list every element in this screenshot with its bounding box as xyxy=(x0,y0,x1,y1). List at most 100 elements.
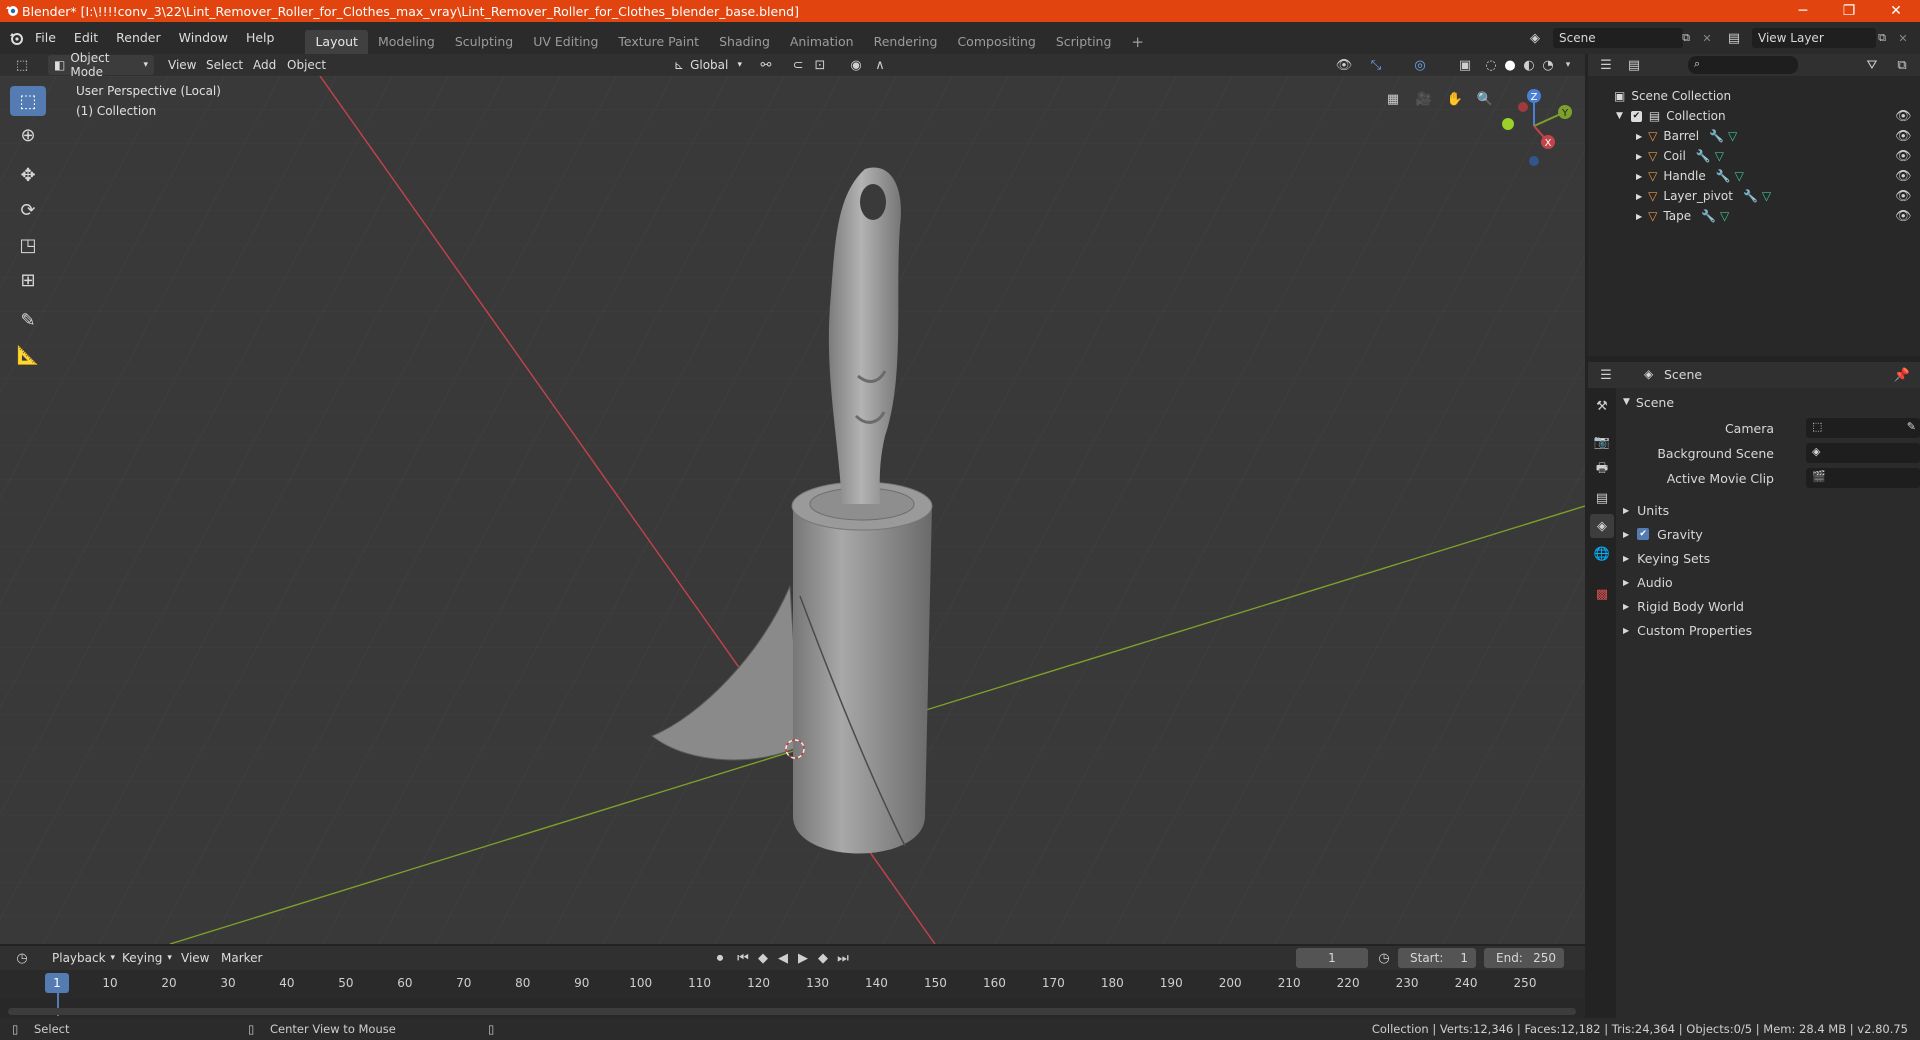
editor-type-icon[interactable]: ⬚ xyxy=(12,55,32,75)
timeline-menu-playback[interactable]: Playback ▾ xyxy=(46,948,121,968)
view-layer-selector[interactable]: View Layer xyxy=(1752,28,1876,48)
outliner-object-barrel[interactable]: ▶ ▽ Barrel 🔧 ▽ 👁 xyxy=(1588,126,1920,146)
outliner-collection[interactable]: ▼ ✔ ▤ Collection 👁 xyxy=(1588,106,1920,126)
clock-icon[interactable]: ◷ xyxy=(1374,948,1394,968)
timeline-ruler[interactable]: 1 10 20 30 40 50 60 70 80 90 100 110 120 130 140 150 160… xyxy=(0,970,1585,1016)
snap-icon[interactable]: ⊂ xyxy=(788,55,808,75)
navigation-gizmo[interactable]: Z Y X xyxy=(1490,82,1578,170)
record-icon[interactable]: ⏺ xyxy=(710,948,730,968)
timeline-menu-view[interactable]: View xyxy=(175,948,215,968)
jump-start-icon[interactable]: ⏮ xyxy=(733,948,753,968)
expand-arrow-icon[interactable]: ▶ xyxy=(1636,172,1642,181)
tool-tab-icon[interactable]: ⚒ xyxy=(1592,396,1612,416)
scene-selector[interactable]: Scene xyxy=(1553,28,1683,48)
cursor-tool[interactable]: ⊕ xyxy=(10,120,46,150)
menu-file[interactable]: File xyxy=(26,27,65,49)
menu-window[interactable]: Window xyxy=(170,27,237,49)
overlays-toggle-icon[interactable]: ◎ xyxy=(1410,55,1430,75)
menu-edit[interactable]: Edit xyxy=(65,27,107,49)
3d-viewport[interactable]: ⬚ ⊕ ✥ ⟳ ◳ ⊞ ✎ 📐 User Perspective (Local)… xyxy=(0,76,1585,944)
blender-menu-icon[interactable] xyxy=(6,28,26,48)
minimize-button[interactable]: ─ xyxy=(1783,0,1823,22)
viewport-menu-select[interactable]: Select xyxy=(200,55,249,75)
checkbox-icon[interactable]: ✔ xyxy=(1630,110,1642,122)
keying-sets-section[interactable]: ▶ Keying Sets xyxy=(1623,546,1920,570)
next-keyframe-icon[interactable]: ◆ xyxy=(813,948,833,968)
play-icon[interactable]: ▶ xyxy=(793,948,813,968)
viewport-menu-object[interactable]: Object xyxy=(281,55,332,75)
current-frame-field[interactable]: 1 xyxy=(1296,948,1368,968)
transform-tool[interactable]: ⊞ xyxy=(10,265,46,295)
display-mode-icon[interactable]: ▤ xyxy=(1624,55,1644,75)
new-collection-icon[interactable]: ⧉ xyxy=(1892,55,1912,75)
outliner-object-handle[interactable]: ▶ ▽ Handle 🔧 ▽ 👁 xyxy=(1588,166,1920,186)
remove-view-layer-icon[interactable]: ✕ xyxy=(1893,28,1913,48)
select-box-tool[interactable]: ⬚ xyxy=(10,86,46,116)
tab-shading[interactable]: Shading xyxy=(709,30,780,54)
eye-icon[interactable]: 👁 xyxy=(1895,129,1912,144)
audio-section[interactable]: ▶ Audio xyxy=(1623,570,1920,594)
tab-texture-paint[interactable]: Texture Paint xyxy=(608,30,709,54)
add-workspace-button[interactable]: + xyxy=(1121,30,1154,54)
shading-solid-icon[interactable]: ● xyxy=(1500,55,1520,75)
background-scene-field[interactable]: ◈ xyxy=(1806,443,1920,463)
new-view-layer-icon[interactable]: ⧉ xyxy=(1872,28,1892,48)
start-frame-field[interactable]: Start: 1 xyxy=(1398,948,1476,968)
expand-arrow-icon[interactable]: ▶ xyxy=(1636,212,1642,221)
custom-properties-section[interactable]: ▶ Custom Properties xyxy=(1623,618,1920,642)
viewport-menu-add[interactable]: Add xyxy=(247,55,282,75)
tab-modeling[interactable]: Modeling xyxy=(368,30,445,54)
remove-scene-icon[interactable]: ✕ xyxy=(1697,28,1717,48)
measure-tool[interactable]: 📐 xyxy=(10,340,46,370)
jump-end-icon[interactable]: ⏭ xyxy=(833,948,853,968)
timeline-scrollbar[interactable] xyxy=(8,1008,1576,1015)
move-tool[interactable]: ✥ xyxy=(10,160,46,190)
tab-layout[interactable]: Layout xyxy=(305,30,368,54)
scene-tab-icon[interactable]: ◈ xyxy=(1590,514,1614,538)
shading-wireframe-icon[interactable]: ◌ xyxy=(1481,55,1501,75)
prev-keyframe-icon[interactable]: ◆ xyxy=(753,948,773,968)
eyedropper-icon[interactable]: ✎ xyxy=(1907,420,1916,433)
tab-sculpting[interactable]: Sculpting xyxy=(445,30,523,54)
camera-field[interactable]: ⬚ ✎ xyxy=(1806,418,1920,438)
xray-toggle-icon[interactable]: ▣ xyxy=(1455,55,1475,75)
menu-render[interactable]: Render xyxy=(107,27,170,49)
eye-icon[interactable]: 👁 xyxy=(1895,209,1912,224)
shading-options-icon[interactable]: ▾ xyxy=(1558,55,1578,75)
timeline-editor-icon[interactable]: ◷ xyxy=(12,948,32,968)
play-reverse-icon[interactable]: ◀ xyxy=(773,948,793,968)
shading-material-icon[interactable]: ◐ xyxy=(1519,55,1539,75)
viewport-menu-view[interactable]: View xyxy=(162,55,202,75)
scene-icon[interactable]: ◈ xyxy=(1525,28,1545,48)
outliner-object-coil[interactable]: ▶ ▽ Coil 🔧 ▽ 👁 xyxy=(1588,146,1920,166)
eye-icon[interactable]: 👁 xyxy=(1895,169,1912,184)
new-scene-icon[interactable]: ⧉ xyxy=(1676,28,1696,48)
visibility-filter-icon[interactable]: 👁 xyxy=(1334,55,1354,75)
object-mode-dropdown[interactable]: ◧ Object Mode ▾ xyxy=(48,51,154,79)
world-tab-icon[interactable]: 🌐 xyxy=(1592,544,1612,564)
tab-compositing[interactable]: Compositing xyxy=(947,30,1045,54)
gizmo-toggle-icon[interactable]: ⤡ xyxy=(1366,55,1386,75)
texture-tab-icon[interactable]: ▩ xyxy=(1592,584,1612,604)
falloff-icon[interactable]: ∧ xyxy=(870,55,890,75)
tab-animation[interactable]: Animation xyxy=(780,30,864,54)
proportional-editing-icon[interactable]: ◉ xyxy=(846,55,866,75)
timeline-menu-marker[interactable]: Marker xyxy=(215,948,268,968)
end-frame-field[interactable]: End: 250 xyxy=(1484,948,1564,968)
eye-icon[interactable]: 👁 xyxy=(1895,189,1912,204)
outliner-editor-icon[interactable]: ☰ xyxy=(1596,55,1616,75)
scene-panel-header[interactable]: ▼ Scene xyxy=(1623,390,1920,414)
properties-editor-icon[interactable]: ☰ xyxy=(1596,365,1616,385)
tab-scripting[interactable]: Scripting xyxy=(1046,30,1122,54)
pivot-point-icon[interactable]: ⚯ xyxy=(756,55,776,75)
maximize-button[interactable]: ❐ xyxy=(1829,0,1869,22)
transform-orientation-dropdown[interactable]: ⊾ Global ▾ xyxy=(668,55,748,75)
view-layer-tab-icon[interactable]: ▤ xyxy=(1592,488,1612,508)
tab-uv-editing[interactable]: UV Editing xyxy=(523,30,608,54)
scale-tool[interactable]: ◳ xyxy=(10,230,46,260)
outliner-object-tape[interactable]: ▶ ▽ Tape 🔧 ▽ 👁 xyxy=(1588,206,1920,226)
rotate-tool[interactable]: ⟳ xyxy=(10,195,46,225)
eye-icon[interactable]: 👁 xyxy=(1895,109,1912,124)
expand-arrow-icon[interactable]: ▶ xyxy=(1636,152,1642,161)
outliner-object-layer-pivot[interactable]: ▶ ▽ Layer_pivot 🔧 ▽ 👁 xyxy=(1588,186,1920,206)
